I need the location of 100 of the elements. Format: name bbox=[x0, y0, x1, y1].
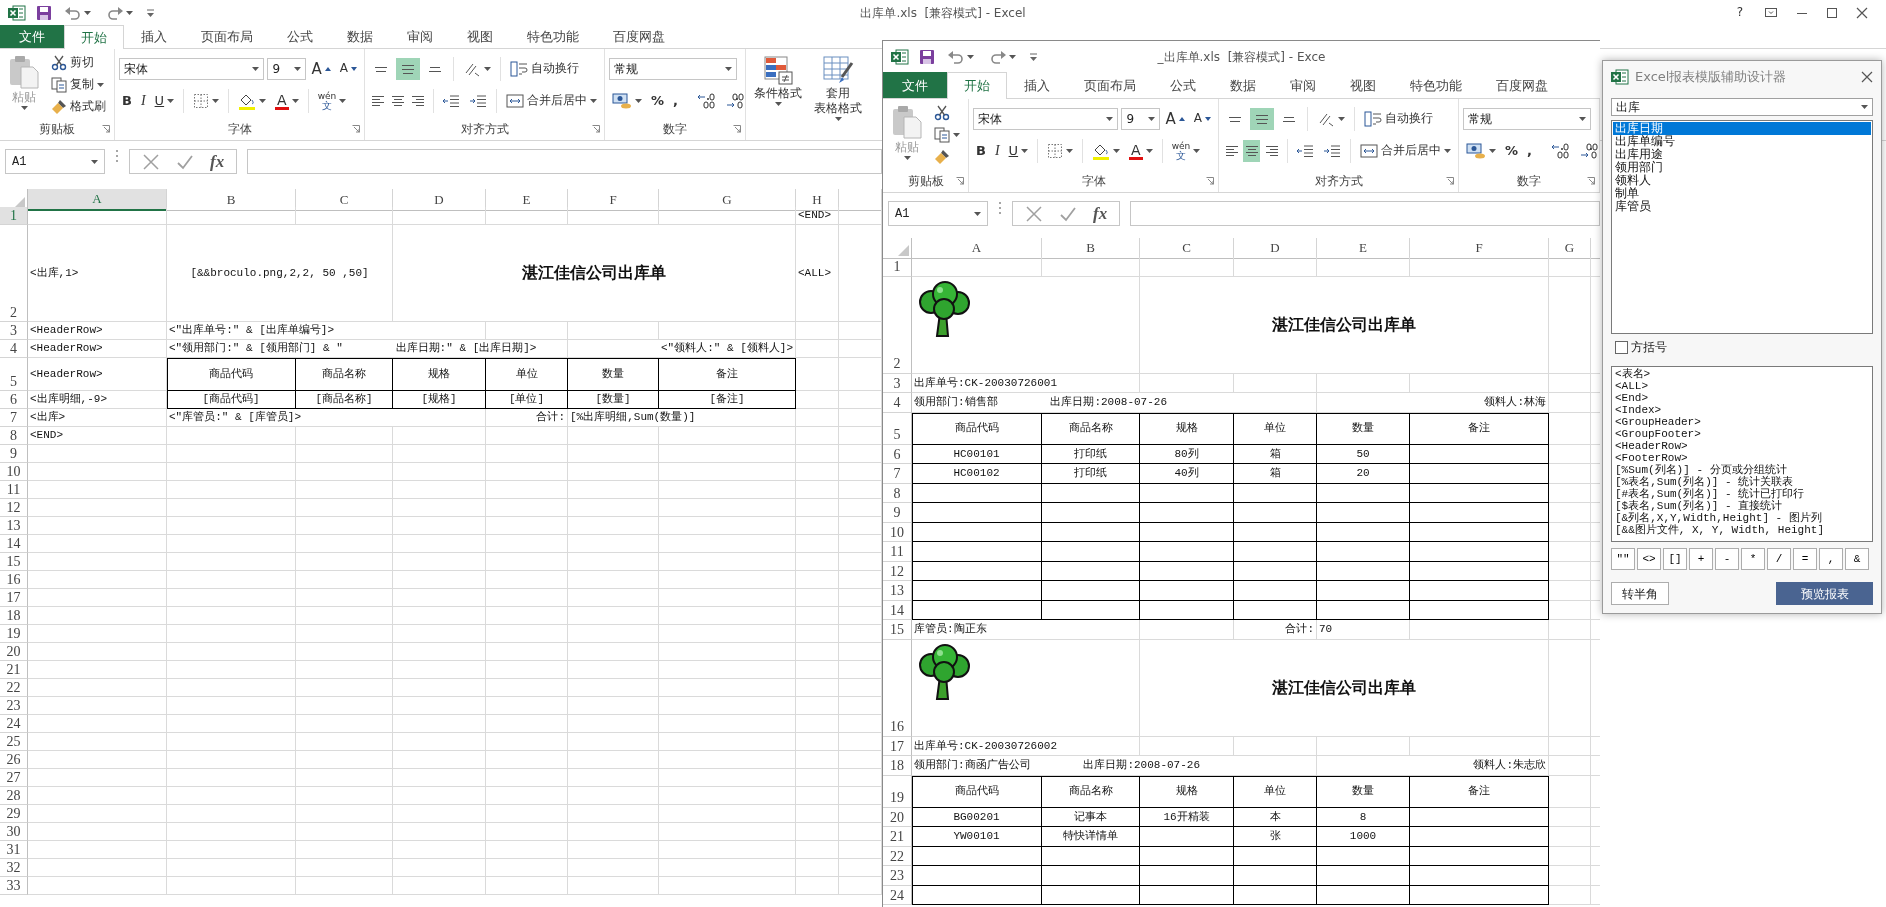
sheet-cell[interactable] bbox=[1410, 503, 1549, 523]
launcher-icon[interactable] bbox=[1446, 177, 1454, 185]
sheet-cell[interactable] bbox=[1234, 561, 1317, 581]
sheet-cell[interactable]: 单位 bbox=[1234, 775, 1317, 808]
table-dropdown[interactable]: 出库 bbox=[1611, 98, 1873, 116]
row-header[interactable]: 7 bbox=[0, 409, 28, 427]
sheet-cell[interactable]: 领用部门:商函广告公司 出库日期:2008-07-26 bbox=[912, 756, 1317, 776]
row-header[interactable]: 2 bbox=[0, 225, 28, 322]
row-header[interactable]: 3 bbox=[0, 322, 28, 340]
sheet-cell[interactable] bbox=[1317, 846, 1410, 866]
sheet-cell[interactable]: 单位 bbox=[486, 358, 568, 391]
sheet-cell[interactable] bbox=[912, 561, 1042, 581]
launcher-icon[interactable] bbox=[1206, 177, 1214, 185]
cancel-icon[interactable] bbox=[1025, 204, 1043, 223]
sheet-cell[interactable]: <HeaderRow> bbox=[28, 340, 167, 358]
sheet-cell[interactable] bbox=[1140, 561, 1234, 581]
list-item[interactable]: 出库用途 bbox=[1613, 148, 1871, 161]
underline-button[interactable]: U bbox=[1005, 140, 1032, 162]
sheet-cell[interactable] bbox=[1042, 561, 1140, 581]
name-box[interactable]: A1 bbox=[888, 201, 988, 226]
row-header[interactable]: 12 bbox=[0, 499, 28, 517]
sheet-cell[interactable] bbox=[1410, 807, 1549, 827]
sheet-cell[interactable] bbox=[912, 483, 1042, 503]
sheet-cell[interactable]: 张 bbox=[1234, 827, 1317, 847]
row-header[interactable]: 11 bbox=[0, 481, 28, 499]
launcher-icon[interactable] bbox=[1587, 177, 1595, 185]
list-item[interactable]: 领用部门 bbox=[1613, 161, 1871, 174]
sheet-cell[interactable] bbox=[912, 600, 1042, 620]
font-size-field[interactable]: 9 bbox=[267, 58, 306, 80]
phonetic-button[interactable]: wén 文 bbox=[314, 90, 350, 112]
row-header[interactable]: 22 bbox=[883, 846, 912, 866]
format-painter-button[interactable]: 格式刷 bbox=[48, 97, 109, 117]
sheet-cell[interactable]: <出库明细,-9> bbox=[28, 391, 167, 409]
wrap-text-button[interactable]: 自动换行 bbox=[1361, 108, 1436, 130]
sheet-cell[interactable]: 本 bbox=[1234, 807, 1317, 827]
sheet-cell[interactable]: <"领料人:" & [领料人]> bbox=[568, 340, 796, 358]
font-color-button[interactable]: A bbox=[1126, 140, 1156, 162]
sheet-cell[interactable]: 库管员:陶正东 bbox=[912, 620, 1140, 640]
row-header[interactable]: 5 bbox=[883, 412, 912, 445]
sheet-cell[interactable] bbox=[1140, 581, 1234, 601]
name-box[interactable]: A1 bbox=[5, 149, 105, 174]
sheet-cell[interactable]: 8 bbox=[1317, 807, 1410, 827]
sheet-cell[interactable]: 1000 bbox=[1317, 827, 1410, 847]
column-header[interactable]: C bbox=[1140, 238, 1234, 259]
customize-icon[interactable] bbox=[1029, 51, 1038, 62]
row-header[interactable]: 26 bbox=[0, 751, 28, 769]
sheet-cell[interactable]: 备注 bbox=[1410, 412, 1549, 445]
percent-button[interactable]: % bbox=[648, 90, 668, 112]
row-header[interactable]: 20 bbox=[883, 807, 912, 827]
ribbon-tab[interactable]: 特色功能 bbox=[1393, 72, 1479, 98]
list-item[interactable]: <Index> bbox=[1613, 404, 1871, 417]
sheet-cell[interactable]: 箱 bbox=[1234, 444, 1317, 464]
sheet-cell[interactable] bbox=[1317, 522, 1410, 542]
sheet-cell[interactable]: 合计: bbox=[486, 409, 568, 427]
row-header[interactable]: 1 bbox=[0, 207, 28, 225]
sheet-cell[interactable]: <"出库单号:" & [出库单编号]> bbox=[167, 322, 486, 340]
italic-button[interactable]: I bbox=[991, 140, 1003, 162]
row-header[interactable]: 16 bbox=[883, 639, 912, 737]
row-header[interactable]: 10 bbox=[0, 463, 28, 481]
sheet-cell[interactable] bbox=[912, 581, 1042, 601]
list-item[interactable]: <FooterRow> bbox=[1613, 452, 1871, 465]
column-header[interactable]: A bbox=[28, 189, 167, 211]
list-item[interactable]: <GroupHeader> bbox=[1613, 416, 1871, 429]
sheet-cell[interactable] bbox=[1140, 600, 1234, 620]
sheet-cell[interactable] bbox=[1234, 600, 1317, 620]
list-item[interactable]: [%Sum(列名)] - 分页或分组统计 bbox=[1613, 464, 1871, 477]
ribbon-options-icon[interactable] bbox=[1764, 6, 1778, 19]
ribbon-tab[interactable]: 插入 bbox=[1007, 72, 1067, 98]
sheet-cell[interactable]: 20 bbox=[1317, 464, 1410, 484]
sheet-cell[interactable]: 50 bbox=[1317, 444, 1410, 464]
sheet-cell[interactable]: [商品名称] bbox=[296, 391, 393, 409]
list-item[interactable]: <HeaderRow> bbox=[1613, 440, 1871, 453]
sheet-cell[interactable]: 16开精装 bbox=[1140, 807, 1234, 827]
sheet-cell[interactable]: [备注] bbox=[659, 391, 796, 409]
sheet-cell[interactable]: 备注 bbox=[1410, 775, 1549, 808]
symbol-button[interactable]: * bbox=[1741, 548, 1765, 570]
sheet-cell[interactable] bbox=[1317, 600, 1410, 620]
sheet-cell[interactable] bbox=[1317, 581, 1410, 601]
ribbon-tab[interactable]: 数据 bbox=[1213, 72, 1273, 98]
sheet-cell[interactable] bbox=[1042, 522, 1140, 542]
sheet-cell[interactable]: HC00101 bbox=[912, 444, 1042, 464]
sheet-cell[interactable]: 领料人:林海 bbox=[1317, 393, 1549, 413]
list-item[interactable]: [%表名,Sum(列名)] - 统计关联表 bbox=[1613, 476, 1871, 489]
sheet-cell[interactable] bbox=[1140, 885, 1234, 905]
column-header[interactable]: D bbox=[393, 189, 486, 211]
sheet-cell[interactable]: 记事本 bbox=[1042, 807, 1140, 827]
row-header[interactable]: 20 bbox=[0, 643, 28, 661]
sheet-cell[interactable]: <出库> bbox=[28, 409, 167, 427]
sheet-cell[interactable]: 数量 bbox=[568, 358, 659, 391]
row-header[interactable]: 4 bbox=[883, 393, 912, 413]
ribbon-tab[interactable]: 公式 bbox=[270, 25, 330, 48]
row-header[interactable]: 30 bbox=[0, 823, 28, 841]
align-middle-button[interactable] bbox=[396, 58, 420, 80]
list-item[interactable]: 出库单编号 bbox=[1613, 135, 1871, 148]
sheet-cell[interactable] bbox=[1140, 846, 1234, 866]
sheet-cell[interactable] bbox=[1140, 503, 1234, 523]
row-header[interactable]: 31 bbox=[0, 841, 28, 859]
column-header[interactable]: E bbox=[1317, 238, 1410, 259]
sheet-cell[interactable] bbox=[1410, 866, 1549, 886]
row-header[interactable]: 29 bbox=[0, 805, 28, 823]
